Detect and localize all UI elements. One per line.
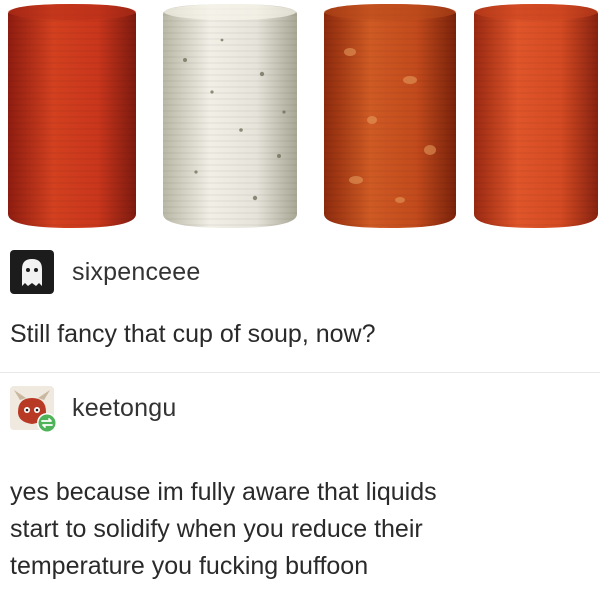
soup-cylinders-photo <box>0 0 600 240</box>
reblog-icon <box>38 414 56 432</box>
red-orange-soup-cylinder <box>474 4 598 228</box>
ghost-avatar-icon[interactable] <box>10 250 54 294</box>
soup-cylinders-illustration <box>8 4 598 228</box>
post-header: keetongu <box>10 384 176 433</box>
cartoon-avatar-icon[interactable] <box>10 386 57 433</box>
red-soup-cylinder <box>8 4 136 228</box>
username[interactable]: sixpenceee <box>72 258 200 287</box>
cream-soup-cylinder <box>163 4 297 228</box>
post-header: sixpenceee <box>10 248 200 296</box>
post-text: Still fancy that cup of soup, now? <box>10 320 376 348</box>
username[interactable]: keetongu <box>72 394 176 423</box>
chunky-soup-cylinder <box>324 4 456 228</box>
post-text: yes because im fully aware that liquids … <box>10 478 437 580</box>
post-divider <box>0 372 600 373</box>
